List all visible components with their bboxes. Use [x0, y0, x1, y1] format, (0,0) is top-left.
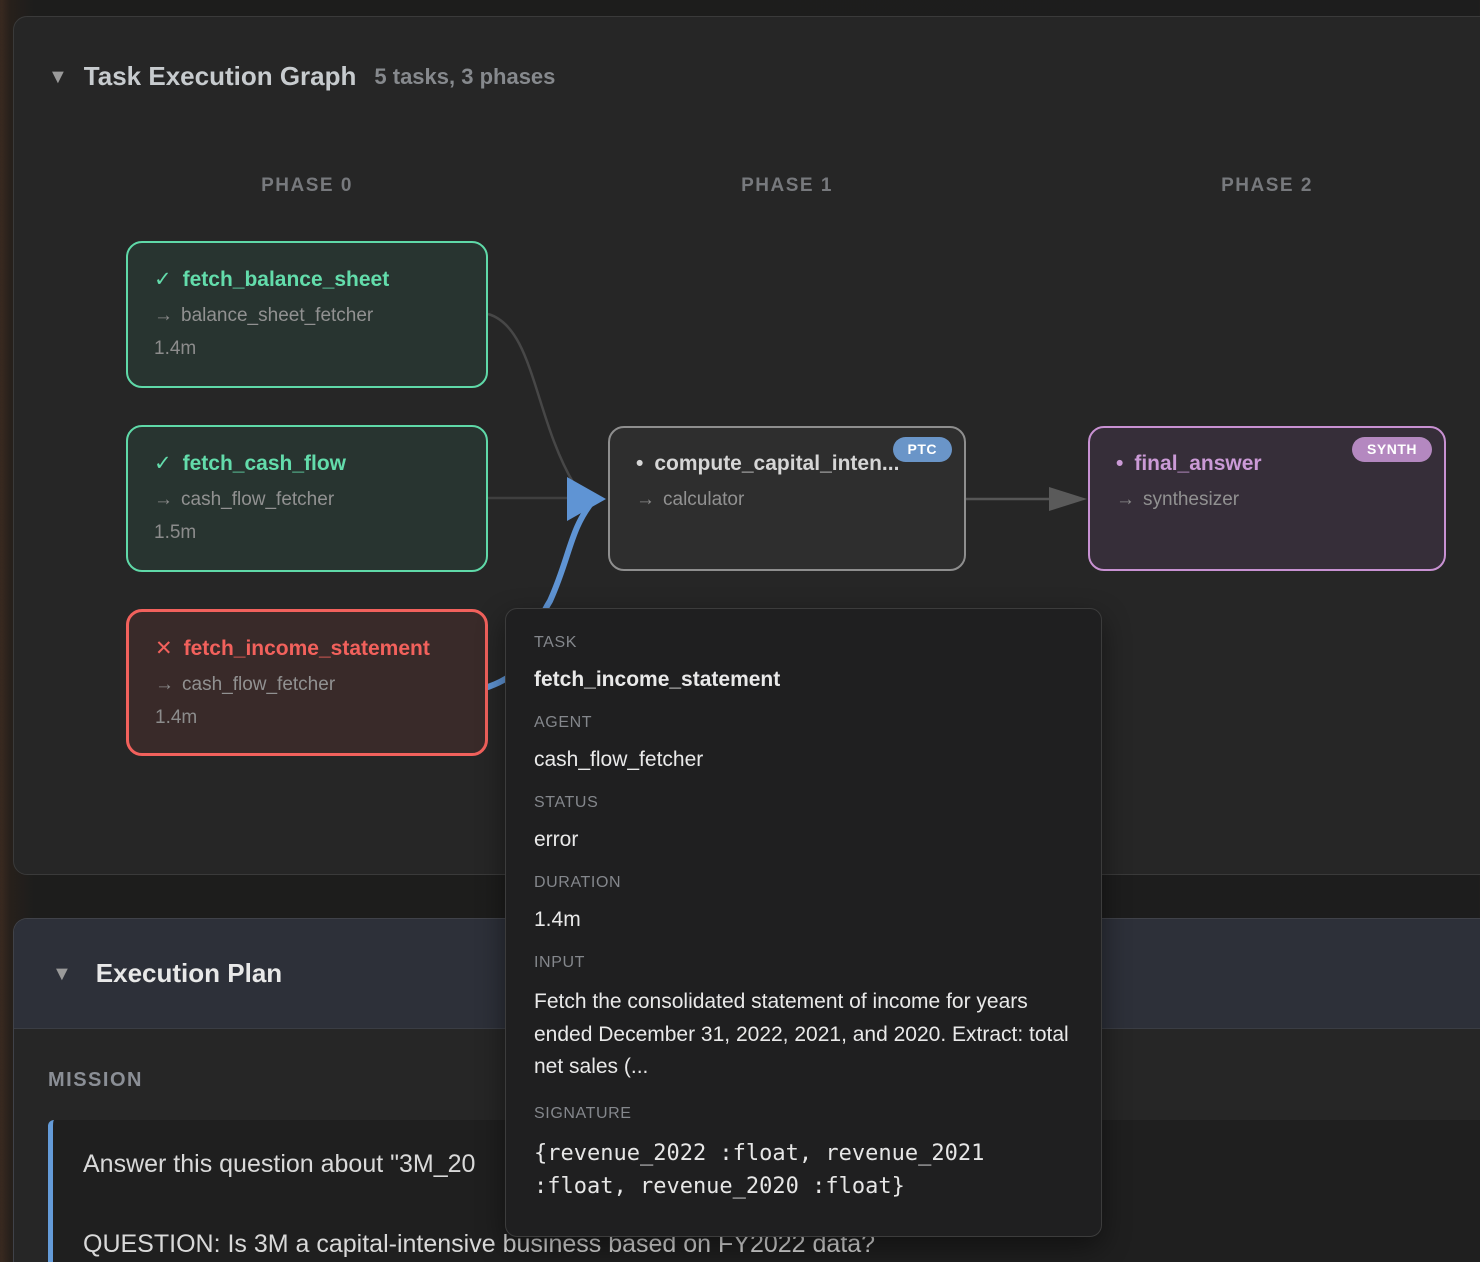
edge-balance-to-compute	[488, 314, 574, 484]
task-node-title: fetch_cash_flow	[183, 452, 346, 476]
check-icon: ✓	[154, 451, 172, 476]
tooltip-duration-label: DURATION	[534, 873, 1073, 894]
tooltip-signature-value: {revenue_2022 :float, revenue_2021 :floa…	[534, 1137, 1073, 1203]
tooltip-status-label: STATUS	[534, 793, 1073, 814]
task-node-fetch-cash-flow[interactable]: ✓ fetch_cash_flow → cash_flow_fetcher 1.5…	[126, 425, 488, 572]
tooltip-input-value: Fetch the consolidated statement of inco…	[534, 986, 1073, 1084]
synth-badge: SYNTH	[1352, 437, 1432, 462]
task-node-title: fetch_income_statement	[184, 637, 430, 661]
task-node-agent: balance_sheet_fetcher	[181, 305, 373, 326]
arrow-right-icon: →	[154, 489, 173, 510]
task-node-compute-capital-intensity[interactable]: PTC • compute_capital_inten... → calculat…	[608, 426, 966, 571]
dot-icon: •	[1116, 452, 1123, 476]
task-node-title: compute_capital_inten...	[654, 452, 899, 476]
tooltip-input-label: INPUT	[534, 953, 1073, 974]
task-node-fetch-income-statement[interactable]: ✕ fetch_income_statement → cash_flow_fetc…	[126, 609, 488, 756]
task-node-duration: 1.4m	[154, 338, 466, 360]
gray-arrowhead-icon	[1049, 487, 1087, 511]
ptc-badge: PTC	[893, 437, 953, 462]
task-node-agent: synthesizer	[1143, 489, 1239, 510]
x-icon: ✕	[155, 636, 173, 661]
check-icon: ✓	[154, 267, 172, 292]
task-node-agent: cash_flow_fetcher	[181, 489, 334, 510]
tooltip-duration-value: 1.4m	[534, 906, 1073, 933]
task-node-title: fetch_balance_sheet	[183, 268, 390, 292]
task-node-duration: 1.4m	[155, 707, 465, 729]
task-node-agent: cash_flow_fetcher	[182, 674, 335, 695]
arrow-right-icon: →	[154, 305, 173, 326]
task-node-fetch-balance-sheet[interactable]: ✓ fetch_balance_sheet → balance_sheet_fet…	[126, 241, 488, 388]
tooltip-status-value: error	[534, 826, 1073, 853]
collapse-triangle-icon[interactable]: ▼	[52, 964, 72, 984]
tooltip-agent-label: AGENT	[534, 713, 1073, 734]
task-detail-tooltip: TASK fetch_income_statement AGENT cash_f…	[505, 608, 1102, 1237]
tooltip-signature-label: SIGNATURE	[534, 1104, 1073, 1125]
dot-icon: •	[636, 452, 643, 476]
arrow-right-icon: →	[1116, 489, 1135, 510]
task-node-title: final_answer	[1134, 452, 1261, 476]
tooltip-agent-value: cash_flow_fetcher	[534, 746, 1073, 773]
arrow-right-icon: →	[636, 489, 655, 510]
plan-panel-title: Execution Plan	[96, 958, 282, 989]
tooltip-task-value: fetch_income_statement	[534, 666, 1073, 693]
task-node-duration: 1.5m	[154, 522, 466, 544]
tooltip-task-label: TASK	[534, 633, 1073, 654]
task-node-final-answer[interactable]: SYNTH • final_answer → synthesizer	[1088, 426, 1446, 571]
arrow-right-icon: →	[155, 674, 174, 695]
task-node-agent: calculator	[663, 489, 744, 510]
app-background: { "graph": { "collapse_icon": "▼", "titl…	[0, 0, 1480, 1262]
